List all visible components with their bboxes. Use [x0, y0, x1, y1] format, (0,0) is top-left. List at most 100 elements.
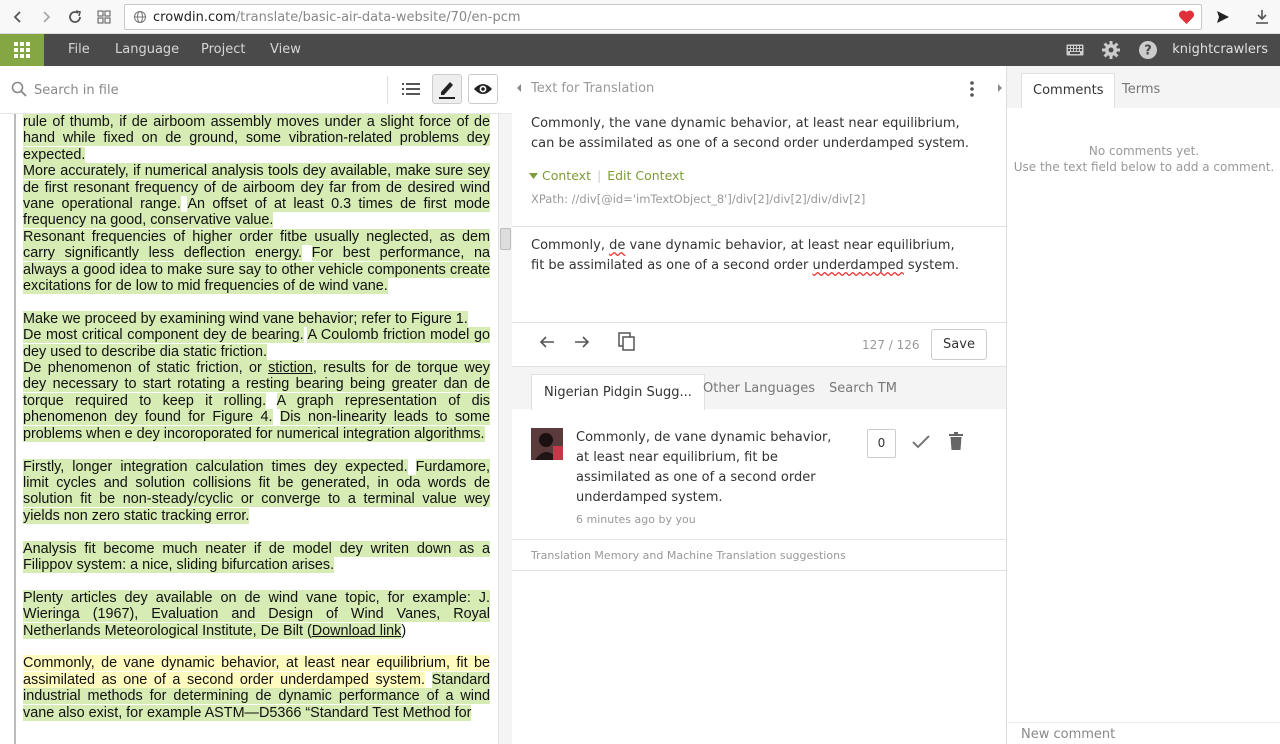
translation-text-part: system. [903, 258, 960, 273]
tab-terms[interactable]: Terms [1122, 73, 1160, 108]
document-segment[interactable]: stiction [268, 360, 313, 377]
caret-down-icon[interactable] [529, 172, 542, 180]
document-segment[interactable]: De most critical component dey de bearin… [23, 327, 304, 344]
suggestion-item: Commonly, de vane dynamic behavior, at l… [512, 409, 1006, 540]
new-comment-box [1007, 722, 1280, 744]
forward-icon[interactable] [36, 7, 56, 27]
collapse-right-icon[interactable] [996, 83, 1004, 93]
document-segment[interactable]: Commonly, de vane dynamic behavior, at l… [23, 655, 490, 688]
translation-editor-pane: Text for Translation Commonly, the vane … [512, 66, 1006, 744]
browser-toolbar: crowdin.com/translate/basic-air-data-web… [0, 0, 1280, 34]
gear-icon[interactable] [1101, 34, 1121, 66]
user-menu[interactable]: knightcrawlers [1172, 34, 1268, 66]
grid-icon [14, 42, 30, 58]
document-paragraph: De most critical component dey de bearin… [23, 327, 490, 360]
list-icon [402, 83, 420, 95]
delete-trash-icon[interactable] [949, 432, 963, 450]
app-menubar: File Language Project View ? knightcrawl… [0, 34, 1280, 66]
document-segment[interactable]: De phenomenon of static friction, or [23, 360, 269, 377]
avatar [531, 428, 563, 460]
document-text: rule of thumb, if de airboom assembly mo… [23, 114, 491, 721]
next-string-icon[interactable] [574, 334, 590, 350]
context-separator: | [596, 168, 602, 183]
document-paragraph: Commonly, de vane dynamic behavior, at l… [23, 655, 490, 721]
source-document-pane: rule of thumb, if de airboom assembly mo… [0, 66, 512, 744]
document-segment[interactable]: Plenty articles dey available on de wind… [23, 589, 490, 639]
document-scrollbar[interactable] [498, 114, 512, 744]
document-paragraph: rule of thumb, if de airboom assembly mo… [23, 114, 490, 163]
save-button[interactable]: Save [931, 329, 987, 360]
menu-language[interactable]: Language [115, 34, 179, 66]
collapse-left-icon[interactable] [515, 83, 523, 93]
document-preview: rule of thumb, if de airboom assembly mo… [0, 114, 512, 744]
document-segment[interactable]: Make we proceed by examining wind vane b… [23, 310, 468, 327]
list-view-button[interactable] [396, 74, 426, 104]
heart-icon[interactable] [1178, 9, 1195, 25]
vote-count: 0 [867, 429, 896, 458]
empty-comments-line: No comments yet. [1088, 144, 1200, 158]
scrollbar-thumb[interactable] [500, 228, 511, 250]
edit-context-link[interactable]: Edit Context [607, 168, 684, 183]
preview-mode-button[interactable] [468, 74, 498, 104]
document-segment[interactable]: Download link [311, 622, 402, 639]
document-segment[interactable]: Analysis fit become much neater if de mo… [23, 540, 490, 573]
divider [512, 570, 1006, 571]
document-segment[interactable]: Firstly, longer integration calculation … [23, 458, 408, 475]
document-paragraph: Plenty articles dey available on de wind… [23, 589, 490, 639]
svg-text:?: ? [1144, 44, 1152, 59]
translation-actions: 127 / 126 Save [512, 324, 1006, 366]
divider [512, 226, 1006, 227]
tab-nigerian-pidgin-suggestions[interactable]: Nigerian Pidgin Sugg... [531, 374, 705, 410]
previous-string-icon[interactable] [539, 334, 555, 350]
approve-check-icon[interactable] [912, 435, 930, 449]
menu-view[interactable]: View [270, 34, 301, 66]
apps-grid-icon[interactable] [94, 7, 114, 27]
eye-icon [474, 84, 492, 94]
document-segment: ) [401, 622, 407, 639]
character-counter: 127 / 126 [862, 338, 920, 352]
tab-other-languages[interactable]: Other Languages [703, 367, 815, 410]
help-icon[interactable]: ? [1138, 34, 1158, 66]
url-text: crowdin.com/translate/basic-air-data-web… [153, 10, 521, 25]
globe-icon [133, 10, 147, 24]
tm-mt-suggestions-label: Translation Memory and Machine Translati… [531, 549, 846, 562]
tab-search-tm[interactable]: Search TM [829, 367, 897, 410]
copy-source-icon[interactable] [618, 332, 636, 352]
document-segment [266, 393, 277, 409]
url-path: /translate/basic-air-data-website/70/en-… [235, 9, 521, 25]
tab-comments[interactable]: Comments [1021, 73, 1116, 108]
reload-icon[interactable] [65, 7, 85, 27]
document-segment[interactable]: rule of thumb, if de airboom assembly mo… [23, 114, 490, 163]
address-bar[interactable]: crowdin.com/translate/basic-air-data-web… [124, 4, 1202, 30]
document-segment [302, 245, 312, 261]
download-icon[interactable] [1252, 7, 1272, 27]
source-string: Commonly, the vane dynamic behavior, at … [531, 116, 970, 151]
toolbar-divider [387, 76, 388, 104]
empty-comments-message: No comments yet. Use the text field belo… [1007, 143, 1280, 175]
document-paragraph: Make we proceed by examining wind vane b… [23, 310, 490, 327]
back-icon[interactable] [8, 7, 28, 27]
document-segment [408, 459, 416, 475]
pencil-icon [439, 82, 455, 99]
translation-text-part: Commonly, [531, 238, 610, 253]
empty-comments-hint: Use the text field below to add a commen… [1013, 160, 1275, 174]
document-segment [425, 672, 432, 688]
more-options-icon[interactable] [970, 81, 974, 97]
app-menu-grid-button[interactable] [0, 34, 44, 66]
file-search-bar [0, 66, 512, 114]
search-icon [11, 81, 27, 97]
divider [512, 322, 1006, 323]
menu-project[interactable]: Project [201, 34, 245, 66]
keyboard-icon[interactable] [1066, 34, 1084, 66]
editor-title: Text for Translation [531, 81, 655, 96]
search-in-file-input[interactable] [34, 78, 374, 102]
context-toggle[interactable]: Context [542, 168, 591, 183]
send-icon[interactable] [1213, 7, 1233, 27]
comments-tabs: Comments Terms [1007, 66, 1280, 108]
translation-textarea[interactable]: Commonly, de vane dynamic behavior, at l… [531, 236, 971, 276]
edit-mode-button[interactable] [432, 74, 462, 104]
xpath-text: XPath: //div[@id='imTextObject_8']/div[2… [531, 192, 866, 206]
new-comment-input[interactable] [1021, 727, 1271, 742]
menu-file[interactable]: File [68, 34, 90, 66]
document-paragraph: De phenomenon of static friction, or sti… [23, 360, 491, 442]
